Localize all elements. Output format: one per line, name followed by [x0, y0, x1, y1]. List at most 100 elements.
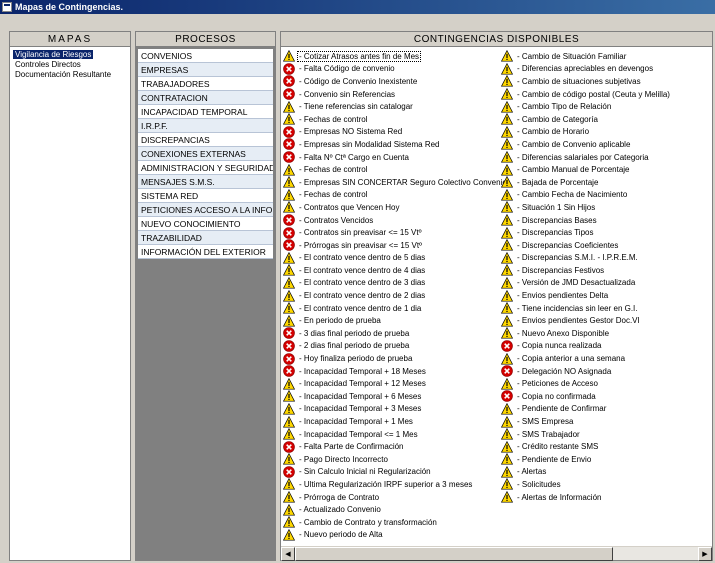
- contingencia-item[interactable]: - Diferencias salariales por Categoria: [501, 151, 711, 164]
- contingencia-item[interactable]: - Tiene referencias sin catalogar: [283, 100, 501, 113]
- contingencia-item[interactable]: - Contratos Vencidos: [283, 214, 501, 227]
- warning-icon: [283, 289, 295, 302]
- contingencia-item[interactable]: - Código de Convenio Inexistente: [283, 75, 501, 88]
- contingencia-item[interactable]: - Envios pendientes Delta: [501, 289, 711, 302]
- proceso-item[interactable]: INCAPACIDAD TEMPORAL: [138, 105, 273, 119]
- contingencia-item[interactable]: - Cambio de Convenio aplicable: [501, 138, 711, 151]
- contingencia-item[interactable]: - Incapacidad Temporal + 1 Mes: [283, 415, 501, 428]
- horizontal-scrollbar[interactable]: ◀ ▶: [281, 546, 712, 561]
- contingencia-item[interactable]: - Fechas de control: [283, 113, 501, 126]
- contingencia-item[interactable]: - Nuevo Anexo Disponible: [501, 327, 711, 340]
- contingencia-item[interactable]: - Empresas NO Sistema Red: [283, 126, 501, 139]
- contingencia-item[interactable]: - Solicitudes: [501, 478, 711, 491]
- contingencia-item[interactable]: - SMS Trabajador: [501, 428, 711, 441]
- proceso-item[interactable]: CONTRATACION: [138, 91, 273, 105]
- contingencia-item[interactable]: - Cambio de Situación Familiar: [501, 50, 711, 63]
- contingencia-item[interactable]: - Bajada de Porcentaje: [501, 176, 711, 189]
- contingencia-item[interactable]: - Versión de JMD Desactualizada: [501, 276, 711, 290]
- contingencia-item[interactable]: - El contrato vence dentro de 1 dia: [283, 302, 501, 315]
- contingencia-item[interactable]: - Incapacidad Temporal + 3 Meses: [283, 402, 501, 416]
- contingencia-item[interactable]: - Incapacidad Temporal + 6 Meses: [283, 390, 501, 403]
- contingencia-item[interactable]: - Cambio Tipo de Relación: [501, 100, 711, 113]
- contingencia-item[interactable]: - Incapacidad Temporal + 12 Meses: [283, 377, 501, 390]
- contingencia-item[interactable]: - Convenio sin Referencias: [283, 88, 501, 101]
- contingencia-item[interactable]: - Discrepancias Bases: [501, 214, 711, 227]
- contingencia-item[interactable]: - Cambio de Contrato y transformación: [283, 516, 501, 529]
- contingencias-list: - Cotizar Atrasos antes fin de Mes - Falt…: [281, 47, 712, 545]
- contingencia-item[interactable]: - Crédito restante SMS: [501, 440, 711, 453]
- contingencia-item[interactable]: - Copia no confirmada: [501, 390, 711, 403]
- contingencia-item[interactable]: - Contratos que Vencen Hoy: [283, 201, 501, 214]
- contingencia-item[interactable]: - Ultima Regularización IRPF superior a …: [283, 478, 501, 491]
- contingencia-item[interactable]: - Discrepancias Festivos: [501, 264, 711, 277]
- contingencia-item[interactable]: - Falta Parte de Confirmación: [283, 440, 501, 453]
- scroll-right-button[interactable]: ▶: [698, 547, 712, 561]
- contingencia-item[interactable]: - En periodo de prueba: [283, 314, 501, 327]
- contingencia-item[interactable]: - SMS Empresa: [501, 415, 711, 428]
- contingencia-item[interactable]: - Cambio Manual de Porcentaje: [501, 163, 711, 176]
- contingencia-item[interactable]: - Actualizado Convenio: [283, 503, 501, 516]
- contingencia-item[interactable]: - El contrato vence dentro de 5 dias: [283, 251, 501, 265]
- contingencia-item[interactable]: - Envios pendientes Gestor Doc.VI: [501, 314, 711, 327]
- contingencia-item[interactable]: - Fechas de control: [283, 188, 501, 202]
- contingencia-item[interactable]: - Falta Nº Ctª Cargo en Cuenta: [283, 151, 501, 164]
- contingencia-item[interactable]: - El contrato vence dentro de 2 dias: [283, 289, 501, 302]
- contingencia-item[interactable]: - Delegación NO Asignada: [501, 365, 711, 378]
- contingencia-item[interactable]: - Pendiente de Confirmar: [501, 402, 711, 416]
- contingencia-item[interactable]: - Cambio Fecha de Nacimiento: [501, 188, 711, 202]
- contingencia-item[interactable]: - Copia nunca realizada: [501, 340, 711, 353]
- contingencia-item[interactable]: - Diferencias apreciables en devengos: [501, 62, 711, 76]
- contingencia-item[interactable]: - Sin Calculo Inicial ni Regularización: [283, 466, 501, 479]
- mapa-item[interactable]: Documentación Resultante: [13, 69, 127, 79]
- contingencia-item[interactable]: - Incapacidad Temporal + 18 Meses: [283, 365, 501, 378]
- contingencia-item[interactable]: - Incapacidad Temporal <= 1 Mes: [283, 428, 501, 441]
- proceso-item[interactable]: DISCREPANCIAS: [138, 133, 273, 147]
- contingencia-item[interactable]: - Hoy finaliza periodo de prueba: [283, 352, 501, 365]
- contingencia-item[interactable]: - El contrato vence dentro de 4 dias: [283, 264, 501, 277]
- mapa-item[interactable]: Vigilancia de Riesgos: [13, 49, 127, 59]
- proceso-item[interactable]: CONEXIONES EXTERNAS: [138, 147, 273, 161]
- contingencia-item[interactable]: - 3 dias final periodo de prueba: [283, 327, 501, 340]
- contingencia-item[interactable]: - Contratos sin preavisar <= 15 Vtº: [283, 226, 501, 239]
- proceso-item[interactable]: TRAZABILIDAD: [138, 231, 273, 245]
- proceso-item[interactable]: EMPRESAS: [138, 63, 273, 77]
- proceso-item[interactable]: PETICIONES ACCESO A LA INFOR...: [138, 203, 273, 217]
- contingencia-item[interactable]: - Discrepancias S.M.I. - I.P.R.E.M.: [501, 251, 711, 265]
- scrollbar-thumb[interactable]: [295, 547, 613, 561]
- contingencia-item[interactable]: - 2 dias final periodo de prueba: [283, 340, 501, 353]
- contingencia-item[interactable]: - Prórroga de Contrato: [283, 491, 501, 504]
- contingencia-item[interactable]: - Discrepancias Coeficientes: [501, 239, 711, 252]
- contingencia-item[interactable]: - Cotizar Atrasos antes fin de Mes: [283, 50, 501, 63]
- contingencia-item[interactable]: - Situación 1 Sin Hijos: [501, 201, 711, 214]
- contingencia-item[interactable]: - Nuevo periodo de Alta: [283, 528, 501, 542]
- contingencia-item[interactable]: - Discrepancias Tipos: [501, 226, 711, 239]
- contingencia-item[interactable]: - Empresas SIN CONCERTAR Seguro Colectiv…: [283, 176, 507, 189]
- contingencia-item[interactable]: - Falta Código de convenio: [283, 63, 501, 76]
- contingencia-item[interactable]: - Alertas: [501, 465, 711, 479]
- proceso-item[interactable]: CONVENIOS: [138, 49, 273, 63]
- mapa-item[interactable]: Controles Directos: [13, 59, 127, 69]
- proceso-item[interactable]: INFORMACIÓN DEL EXTERIOR: [138, 245, 273, 259]
- contingencia-item[interactable]: - Tiene incidencias sin leer en G.I.: [501, 302, 711, 315]
- contingencia-item[interactable]: - Cambio de código postal (Ceuta y Melil…: [501, 88, 711, 101]
- contingencia-item[interactable]: - Cambio de situaciones subjetivas: [501, 75, 711, 88]
- contingencia-item[interactable]: - Fechas de control: [283, 163, 501, 176]
- contingencia-item[interactable]: - Empresas sin Modalidad Sistema Red: [283, 138, 501, 151]
- proceso-item[interactable]: MENSAJES S.M.S.: [138, 175, 273, 189]
- proceso-item[interactable]: ADMINISTRACION Y SEGURIDAD: [138, 161, 273, 175]
- proceso-item[interactable]: I.R.P.F.: [138, 119, 273, 133]
- contingencia-item[interactable]: - Pago Directo Incorrecto: [283, 453, 501, 466]
- warning-icon: [283, 251, 295, 264]
- proceso-item[interactable]: NUEVO CONOCIMIENTO: [138, 217, 273, 231]
- contingencia-item[interactable]: - El contrato vence dentro de 3 dias: [283, 276, 501, 290]
- contingencia-item[interactable]: - Copia anterior a una semana: [501, 352, 711, 365]
- scroll-left-button[interactable]: ◀: [281, 547, 295, 561]
- contingencia-item[interactable]: - Pendiente de Envio: [501, 453, 711, 466]
- contingencia-item[interactable]: - Prórrogas sin preavisar <= 15 Vtº: [283, 239, 501, 252]
- proceso-item[interactable]: TRABAJADORES: [138, 77, 273, 91]
- contingencia-item[interactable]: - Cambio de Categoría: [501, 113, 711, 126]
- contingencia-item[interactable]: - Cambio de Horario: [501, 125, 711, 139]
- contingencia-item[interactable]: - Peticiones de Acceso: [501, 377, 711, 390]
- proceso-item[interactable]: SISTEMA RED: [138, 189, 273, 203]
- contingencia-item[interactable]: - Alertas de Información: [501, 491, 711, 504]
